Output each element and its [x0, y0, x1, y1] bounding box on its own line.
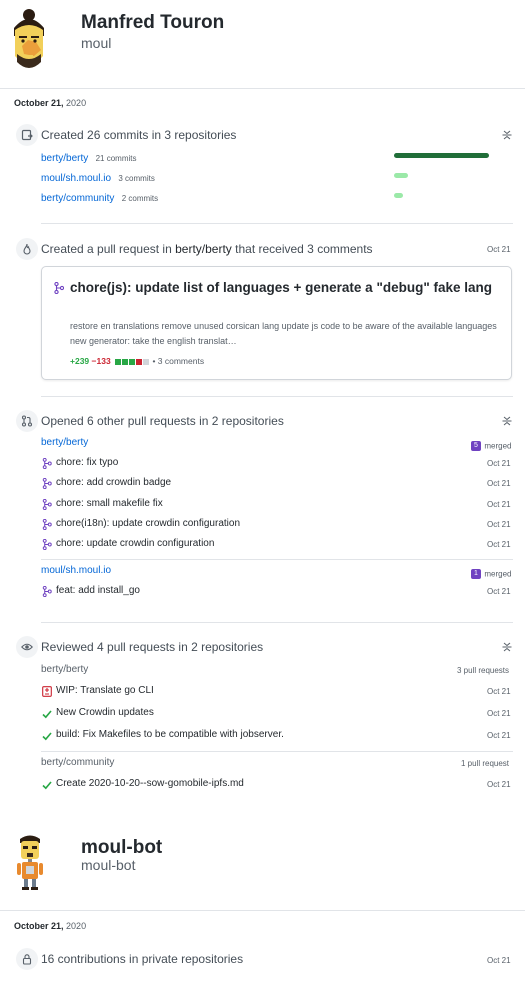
item-date: Oct 21: [487, 479, 511, 489]
divider: [41, 559, 513, 560]
item-title-link[interactable]: New Crowdin updates: [56, 707, 154, 718]
divider: [41, 396, 513, 397]
diffstat-bar: [115, 356, 150, 366]
repo-link[interactable]: berty/berty: [41, 437, 88, 448]
pr-merged-icon: [42, 585, 52, 600]
item-date: Oct 21: [487, 519, 511, 529]
repo-push-icon: [16, 124, 38, 146]
profile-login: moul-bot: [81, 857, 136, 873]
item-title-link[interactable]: chore: update crowdin configuration: [56, 538, 214, 549]
review-repo[interactable]: berty/berty: [41, 664, 88, 675]
repo-link[interactable]: moul/sh.moul.io: [41, 173, 111, 184]
pr-diffstat: +239 −133 • 3 comments: [70, 356, 204, 366]
divider: [41, 223, 513, 224]
pr-title-link[interactable]: chore(js): update list of languages + ge…: [70, 279, 500, 296]
check-icon: [42, 708, 52, 722]
private-contributions: 16 contributions in private repositories: [41, 952, 244, 966]
item-date: Oct 21: [487, 587, 511, 596]
pr-description: restore en translations remove unused co…: [70, 321, 497, 346]
pr-merged-icon: [42, 539, 52, 553]
reviewed-summary: Reviewed 4 pull requests in 2 repositori…: [41, 640, 264, 654]
additions: +239: [70, 356, 90, 366]
pr-merged-icon: [42, 498, 52, 513]
fold-icon[interactable]: [502, 415, 512, 427]
pr-summary: Created a pull request in berty/berty th…: [41, 242, 373, 256]
pr-merged-icon: [42, 457, 52, 472]
deletions: −133: [91, 356, 111, 366]
item-title-link[interactable]: build: Fix Makefiles to be compatible wi…: [56, 729, 284, 740]
profile-login: moul: [81, 35, 112, 51]
merged-count: 1 merged: [471, 566, 511, 580]
lock-icon: [16, 948, 38, 970]
item-date: Oct 21: [487, 540, 511, 550]
review-count: 1 pull request: [461, 759, 510, 768]
item-date: Oct 21: [487, 499, 511, 509]
profile-name[interactable]: Manfred Touron: [81, 12, 224, 34]
pull-request-icon: [16, 410, 38, 432]
commit-repo-row: moul/sh.moul.io 3 commits: [41, 170, 155, 184]
eye-icon: [16, 636, 38, 658]
item-date: Oct 21: [487, 459, 511, 468]
review-count: 3 pull requests: [457, 666, 510, 675]
check-icon: [42, 779, 52, 793]
item-title-link[interactable]: Create 2020-10-20--sow-gomobile-ipfs.md: [56, 778, 244, 789]
commit-bar: [394, 173, 408, 178]
merged-badge: 1: [471, 568, 481, 579]
opened-prs-summary: Opened 6 other pull requests in 2 reposi…: [41, 414, 284, 428]
commit-count[interactable]: 21 commits: [96, 154, 137, 163]
repo-link[interactable]: moul/sh.moul.io: [41, 565, 111, 576]
merged-badge: 5: [471, 440, 481, 451]
commit-count[interactable]: 3 commits: [118, 174, 154, 183]
item-date: Oct 21: [487, 731, 511, 740]
merged-count: 5 merged: [471, 438, 511, 452]
commit-repo-row: berty/berty 21 commits: [41, 150, 137, 164]
avatar[interactable]: [8, 6, 50, 76]
commit-bar: [394, 193, 403, 198]
item-date: Oct 21: [487, 687, 511, 696]
divider: [0, 88, 525, 89]
pr-merged-icon: [42, 518, 52, 533]
item-title-link[interactable]: chore: small makefile fix: [56, 498, 163, 509]
review-repo[interactable]: berty/community: [41, 757, 114, 768]
item-title-link[interactable]: feat: add install_go: [56, 585, 140, 596]
avatar[interactable]: [10, 833, 50, 891]
divider: [41, 751, 513, 752]
flame-icon: [16, 238, 38, 260]
repo-link[interactable]: berty/berty: [41, 153, 88, 164]
item-date: Oct 21: [487, 709, 511, 718]
pr-open-icon: [54, 281, 65, 297]
repo-link[interactable]: berty/berty: [175, 242, 232, 256]
item-date: Oct 21: [487, 780, 511, 789]
repo-link[interactable]: berty/community: [41, 193, 114, 204]
date-heading: October 21, 2020: [14, 921, 87, 931]
comment-count: • 3 comments: [152, 356, 205, 366]
commit-bar: [394, 153, 489, 158]
event-date: Oct 21: [487, 956, 511, 965]
event-date: Oct 21: [487, 245, 511, 254]
date-heading: October 21, 2020: [14, 98, 87, 108]
fold-icon[interactable]: [502, 641, 512, 653]
commit-repo-row: berty/community 2 commits: [41, 190, 158, 204]
check-icon: [42, 730, 52, 744]
commit-count[interactable]: 2 commits: [122, 194, 158, 203]
item-title-link[interactable]: chore(i18n): update crowdin configuratio…: [56, 518, 240, 529]
item-title-link[interactable]: chore: add crowdin badge: [56, 477, 171, 488]
pr-card: chore(js): update list of languages + ge…: [41, 266, 512, 380]
divider: [41, 622, 513, 623]
profile-name[interactable]: moul-bot: [81, 837, 162, 859]
item-title-link[interactable]: WIP: Translate go CLI: [56, 685, 154, 696]
fold-icon[interactable]: [502, 129, 512, 141]
pr-merged-icon: [42, 478, 52, 492]
divider: [0, 910, 525, 911]
item-title-link[interactable]: chore: fix typo: [56, 457, 118, 468]
commits-summary: Created 26 commits in 3 repositories: [41, 128, 237, 142]
file-diff-icon: [42, 686, 52, 700]
